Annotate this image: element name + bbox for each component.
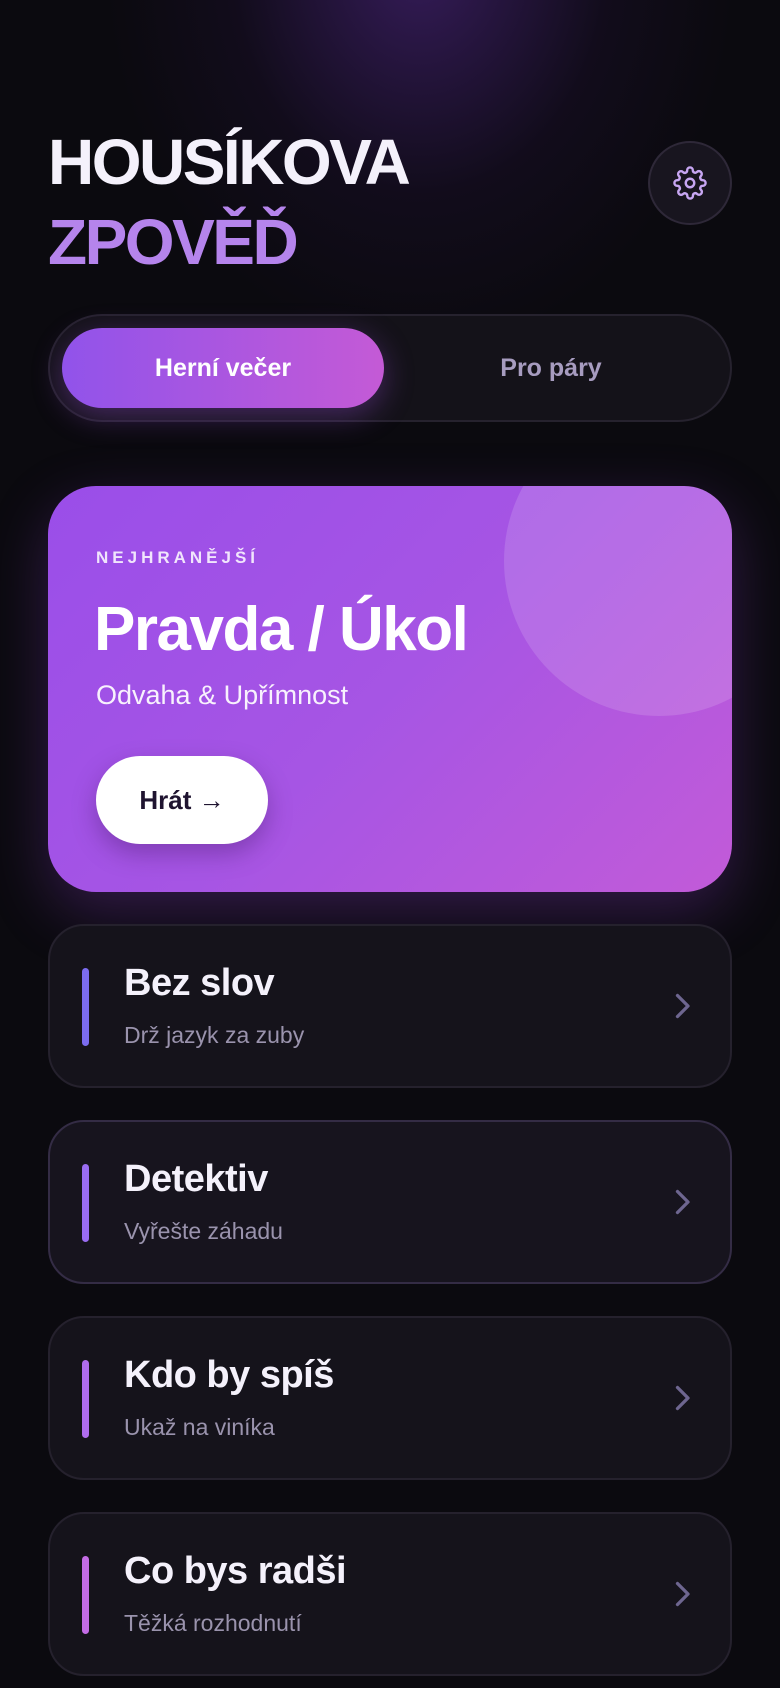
app-title-line-1: HOUSÍKOVA [48, 126, 411, 198]
mode-toggle: Herní večer Pro páry [48, 314, 732, 422]
chevron-right-icon [675, 993, 690, 1019]
featured-subtitle: Odvaha & Upřímnost [96, 680, 349, 710]
game-subtitle: Vyřešte záhadu [124, 1218, 283, 1244]
game-subtitle: Těžká rozhodnutí [124, 1610, 302, 1636]
game-subtitle: Drž jazyk za zuby [124, 1022, 305, 1048]
home-screen: HOUSÍKOVA ZPOVĚĎ Herní večer Pro páry NE… [0, 0, 780, 1688]
game-title: Co bys radši [124, 1550, 347, 1592]
featured-title: Pravda / Úkol [94, 595, 469, 664]
game-subtitle: Ukaž na viníka [124, 1414, 275, 1440]
game-item-detektiv[interactable]: Detektiv Vyřešte záhadu [48, 1120, 732, 1284]
game-accent-bar [82, 1164, 89, 1242]
game-title: Detektiv [124, 1158, 268, 1200]
settings-button[interactable] [648, 141, 732, 225]
chevron-right-icon [675, 1189, 690, 1215]
game-accent-bar [82, 1556, 89, 1634]
app-title-line-2: ZPOVĚĎ [48, 206, 299, 278]
chevron-right-icon [675, 1385, 690, 1411]
app-title: HOUSÍKOVA ZPOVĚĎ [48, 122, 411, 282]
decorative-circle [504, 486, 732, 716]
game-accent-bar [82, 1360, 89, 1438]
gear-icon [673, 166, 707, 200]
game-item-bez-slov[interactable]: Bez slov Drž jazyk za zuby [48, 924, 732, 1088]
play-button[interactable]: Hrát → [96, 756, 268, 844]
game-title: Bez slov [124, 962, 275, 1004]
chevron-right-icon [675, 1581, 690, 1607]
tab-herni-vecer[interactable]: Herní večer [62, 328, 384, 408]
game-item-co-bys-radsi[interactable]: Co bys radši Těžká rozhodnutí [48, 1512, 732, 1676]
tab-pro-pary[interactable]: Pro páry [384, 328, 718, 408]
featured-eyebrow: NEJHRANĚJŠÍ [96, 548, 260, 567]
featured-game-card[interactable]: NEJHRANĚJŠÍ Pravda / Úkol Odvaha & Upřím… [48, 486, 732, 892]
game-accent-bar [82, 968, 89, 1046]
game-title: Kdo by spíš [124, 1354, 334, 1396]
game-item-kdo-by-spis[interactable]: Kdo by spíš Ukaž na viníka [48, 1316, 732, 1480]
